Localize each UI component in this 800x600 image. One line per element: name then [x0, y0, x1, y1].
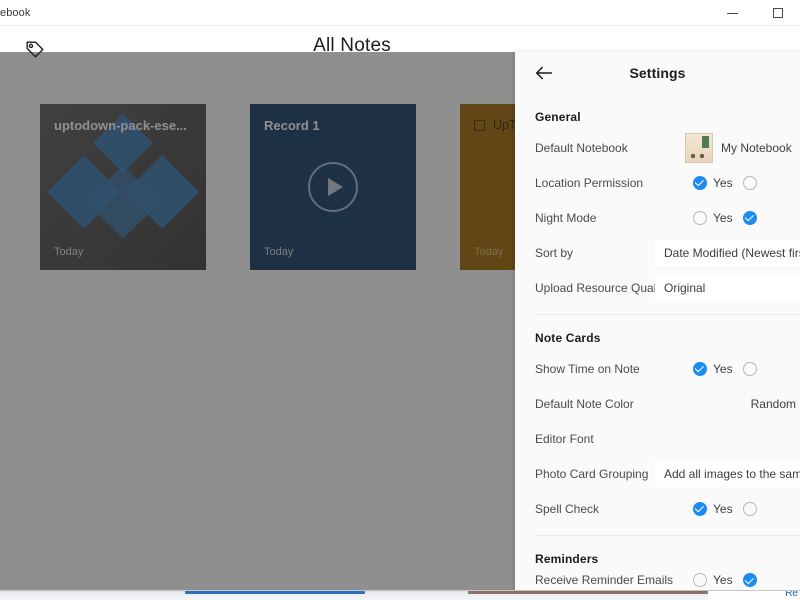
- background-accent-blue: [185, 591, 365, 594]
- setting-row-location-permission[interactable]: Location Permission Yes: [515, 165, 800, 200]
- radio-group: Yes: [693, 175, 763, 190]
- setting-row-editor-font[interactable]: Editor Font: [515, 421, 800, 456]
- notebook-cover-thumbnail: [685, 133, 713, 163]
- radio-icon-unselected: [693, 573, 707, 587]
- setting-row-default-notebook[interactable]: Default Notebook My Notebook: [515, 130, 800, 165]
- setting-label: Show Time on Note: [535, 361, 640, 376]
- radio-icon-selected: [693, 501, 707, 516]
- setting-row-night-mode[interactable]: Night Mode Yes: [515, 200, 800, 235]
- setting-row-photo-card-grouping[interactable]: Photo Card Grouping Add all images to th…: [515, 456, 800, 491]
- radio-label: Yes: [713, 361, 733, 376]
- setting-label: Receive Reminder Emails: [535, 573, 674, 587]
- settings-panel: Settings General Default Notebook My Not…: [515, 52, 800, 590]
- section-title-note-cards: Note Cards: [535, 331, 601, 345]
- setting-row-sort-by[interactable]: Sort by Date Modified (Newest first): [515, 235, 800, 270]
- radio-option-yes[interactable]: Yes: [693, 210, 733, 225]
- setting-row-receive-reminder-emails[interactable]: Receive Reminder Emails Yes: [515, 572, 800, 588]
- setting-label: Night Mode: [535, 210, 597, 225]
- thumbnail-bicycles: [689, 152, 709, 159]
- minimize-icon: [727, 12, 738, 14]
- setting-value: My Notebook: [721, 140, 792, 155]
- radio-label: Yes: [713, 210, 733, 225]
- app-window: ebook oks tes: [0, 0, 800, 590]
- radio-label: Yes: [713, 501, 733, 516]
- modal-scrim-overlay[interactable]: [0, 52, 515, 590]
- maximize-button[interactable]: [755, 0, 800, 26]
- setting-label: Spell Check: [535, 501, 600, 516]
- back-arrow-icon[interactable]: [533, 62, 555, 84]
- radio-label: Yes: [713, 573, 733, 587]
- window-title: ebook: [0, 6, 31, 19]
- radio-option-no[interactable]: [742, 573, 763, 587]
- settings-header: Settings: [515, 52, 800, 94]
- radio-label: Yes: [713, 175, 733, 190]
- setting-label: Sort by: [535, 245, 574, 260]
- setting-row-spell-check[interactable]: Spell Check Yes: [515, 491, 800, 526]
- radio-option-yes[interactable]: Yes: [693, 501, 733, 516]
- radio-icon-selected: [742, 573, 757, 587]
- radio-icon-unselected: [742, 501, 757, 516]
- setting-label: Upload Resource Quality: [535, 280, 669, 295]
- radio-group: Yes: [693, 501, 763, 516]
- radio-option-yes[interactable]: Yes: [693, 573, 733, 587]
- photo-card-grouping-dropdown[interactable]: Add all images to the same...: [655, 460, 800, 487]
- upload-quality-dropdown[interactable]: Original: [655, 274, 800, 301]
- setting-label: Photo Card Grouping: [535, 466, 649, 481]
- setting-label: Default Note Color: [535, 396, 634, 411]
- minimize-button[interactable]: [710, 0, 755, 26]
- maximize-icon: [772, 8, 783, 18]
- title-bar: ebook: [0, 0, 800, 26]
- app-body: oks tes tes: [0, 26, 800, 590]
- radio-group: Yes: [693, 210, 763, 225]
- setting-row-upload-quality[interactable]: Upload Resource Quality Original: [515, 270, 800, 305]
- radio-option-no[interactable]: [742, 210, 763, 225]
- window-controls: [710, 0, 800, 26]
- radio-icon-unselected: [742, 175, 757, 190]
- setting-label: Default Notebook: [535, 140, 628, 155]
- setting-label: Editor Font: [535, 431, 594, 446]
- radio-option-no[interactable]: [742, 501, 763, 516]
- radio-icon-unselected: [693, 210, 707, 225]
- setting-label: Location Permission: [535, 175, 644, 190]
- setting-value: Random: [750, 396, 796, 411]
- section-title-reminders: Reminders: [535, 552, 599, 566]
- background-accent-brown: [468, 591, 708, 594]
- radio-group: Yes: [693, 573, 763, 587]
- radio-icon-selected: [693, 361, 707, 376]
- thumbnail-shutter: [702, 136, 709, 148]
- radio-option-yes[interactable]: Yes: [693, 175, 733, 190]
- radio-icon-selected: [742, 210, 757, 225]
- setting-row-show-time-on-note[interactable]: Show Time on Note Yes: [515, 351, 800, 386]
- radio-group: Yes: [693, 361, 763, 376]
- radio-option-no[interactable]: [742, 361, 763, 376]
- radio-icon-selected: [693, 175, 707, 190]
- radio-icon-unselected: [742, 361, 757, 376]
- setting-row-default-note-color[interactable]: Default Note Color Random: [515, 386, 800, 421]
- radio-option-yes[interactable]: Yes: [693, 361, 733, 376]
- section-title-general: General: [535, 110, 581, 124]
- settings-title: Settings: [629, 65, 686, 81]
- radio-option-no[interactable]: [742, 175, 763, 190]
- sort-by-dropdown[interactable]: Date Modified (Newest first): [655, 239, 800, 266]
